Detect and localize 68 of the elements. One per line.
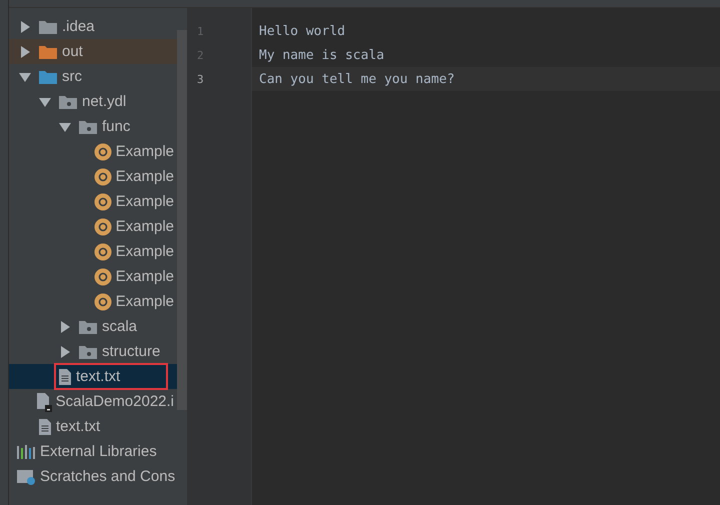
tree-row[interactable]: Example [9,214,177,239]
scratches-icon [16,468,36,484]
tree-item-label: Example [116,293,174,310]
tree-item-label: Scratches and Cons [40,468,176,485]
libraries-icon [16,444,36,460]
text-file-icon [58,368,72,386]
tree-item-label: Example [116,243,174,260]
module-file-icon [36,392,52,412]
tree-row[interactable]: Example [9,289,177,314]
tree-row[interactable]: .idea [9,14,177,39]
expanded-arrow-icon[interactable] [59,120,71,132]
folder-icon [38,68,58,84]
tree-item-label: src [62,68,82,85]
tree-item-label: ScalaDemo2022.i [56,393,174,410]
collapsed-arrow-icon[interactable] [59,320,71,332]
tree-row[interactable]: scala [9,314,177,339]
line-number: 3 [196,72,205,88]
object-icon [94,192,112,210]
tree-item-label: Example [116,218,174,235]
tree-row[interactable]: src [9,64,177,89]
object-icon [94,292,112,310]
collapsed-arrow-icon[interactable] [59,346,71,358]
folder-icon [38,18,58,34]
tree-row[interactable]: out [9,39,177,64]
tree-item-label: text.txt [56,418,100,435]
tree-row[interactable]: text.txt [9,364,177,389]
package-folder-icon [78,118,98,134]
object-icon [94,242,112,260]
code-line: Hello world [258,22,346,40]
text-file-icon [38,418,52,436]
tree-item-label: External Libraries [40,443,157,460]
object-icon [94,142,112,160]
tree-item-label: .idea [62,18,95,35]
collapsed-arrow-icon[interactable] [19,20,31,32]
tree-item-label: Example [116,268,174,285]
tree-item-label: Example [116,143,174,160]
tree-row[interactable]: Example [9,164,177,189]
tree-row[interactable]: ScalaDemo2022.i [9,389,177,414]
object-icon [94,218,112,236]
tree-row[interactable]: Example [9,239,177,264]
expanded-arrow-icon[interactable] [39,96,51,108]
tree-item-label: net.ydl [82,93,126,110]
tree-row[interactable]: text.txt [9,414,177,439]
package-folder-icon [78,344,98,360]
scrollbar-thumb[interactable] [177,30,187,410]
tree-row[interactable]: net.ydl [9,89,177,114]
tree-item-label: structure [102,343,160,360]
tree-item-label: scala [102,318,138,335]
package-folder-icon [78,318,98,334]
code-line: My name is scala [258,46,386,64]
object-icon [94,268,112,286]
tree-item-label: Example [116,193,174,210]
folder-icon [38,44,58,60]
tree-row[interactable]: func [9,114,177,139]
tree-item-label: text.txt [76,368,120,385]
tree-row[interactable]: External Libraries [9,439,177,464]
tree-item-label: func [102,118,130,135]
expanded-arrow-icon[interactable] [19,70,31,82]
tree-row[interactable]: Example [9,139,177,164]
tree-row[interactable]: Example [9,189,177,214]
tree-item-label: out [62,43,83,60]
object-icon [94,168,112,186]
package-folder-icon [58,94,78,110]
tree-row[interactable]: Scratches and Cons [9,464,177,489]
collapsed-arrow-icon[interactable] [19,46,31,58]
tree-row[interactable]: structure [9,339,177,364]
tree-item-label: Example [116,168,174,185]
tree-row[interactable]: Example [9,264,177,289]
